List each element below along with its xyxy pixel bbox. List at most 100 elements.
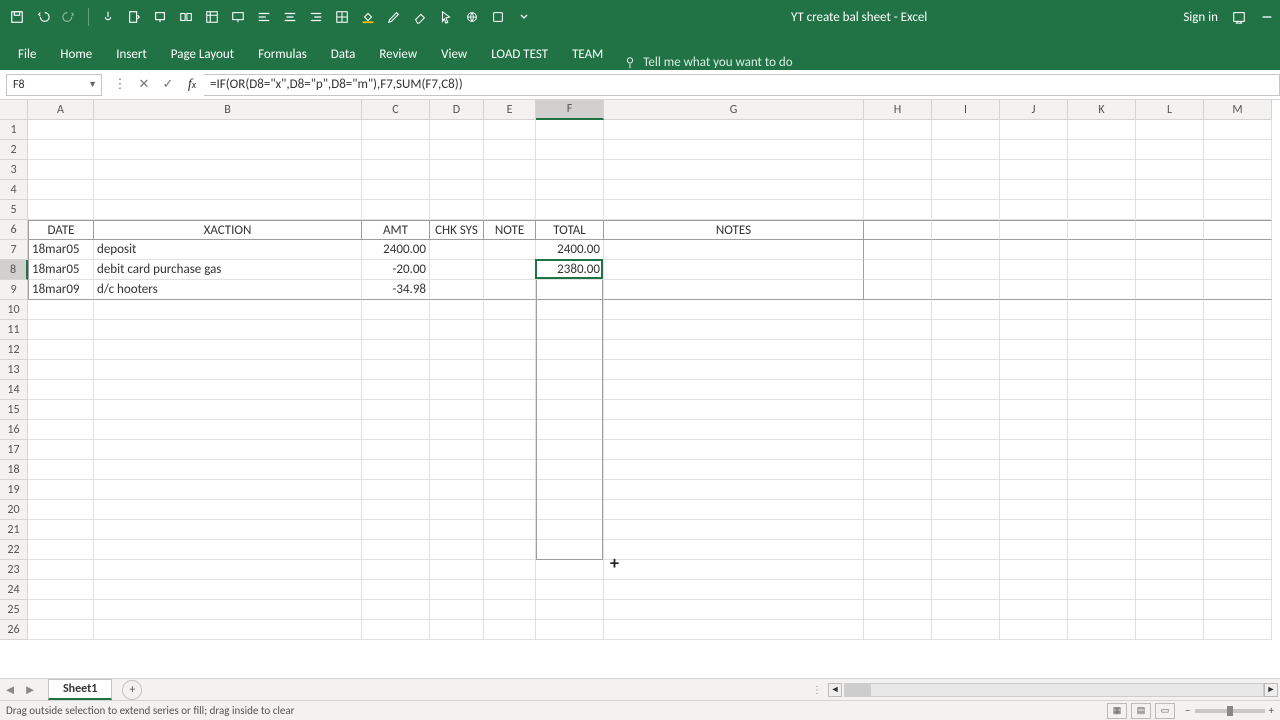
cell-F1[interactable] bbox=[536, 120, 604, 140]
sign-in-link[interactable]: Sign in bbox=[1183, 10, 1218, 25]
undo-icon[interactable] bbox=[32, 6, 54, 28]
cell-I21[interactable] bbox=[932, 520, 1000, 540]
cell-C26[interactable] bbox=[362, 620, 430, 640]
cell-G23[interactable] bbox=[604, 560, 864, 580]
cell-M13[interactable] bbox=[1204, 360, 1272, 380]
chevron-down-icon[interactable]: ▼ bbox=[88, 79, 97, 90]
cell-G17[interactable] bbox=[604, 440, 864, 460]
cell-A20[interactable] bbox=[28, 500, 94, 520]
save-icon[interactable] bbox=[6, 6, 28, 28]
cell-M23[interactable] bbox=[1204, 560, 1272, 580]
cell-L20[interactable] bbox=[1136, 500, 1204, 520]
cell-F2[interactable] bbox=[536, 140, 604, 160]
cell-F14[interactable] bbox=[536, 380, 604, 400]
minimize-icon[interactable] bbox=[1260, 10, 1274, 24]
cell-E18[interactable] bbox=[484, 460, 536, 480]
tab-team[interactable]: TEAM bbox=[560, 41, 615, 70]
cell-D26[interactable] bbox=[430, 620, 484, 640]
cell-G18[interactable] bbox=[604, 460, 864, 480]
cell-L18[interactable] bbox=[1136, 460, 1204, 480]
cell-I9[interactable] bbox=[932, 280, 1000, 300]
cell-A4[interactable] bbox=[28, 180, 94, 200]
cell-J11[interactable] bbox=[1000, 320, 1068, 340]
cell-K7[interactable] bbox=[1068, 240, 1136, 260]
cell-L7[interactable] bbox=[1136, 240, 1204, 260]
row-header-26[interactable]: 26 bbox=[0, 620, 28, 640]
cell-D3[interactable] bbox=[430, 160, 484, 180]
cell-M18[interactable] bbox=[1204, 460, 1272, 480]
cell-G10[interactable] bbox=[604, 300, 864, 320]
cell-A17[interactable] bbox=[28, 440, 94, 460]
cell-J21[interactable] bbox=[1000, 520, 1068, 540]
cell-B17[interactable] bbox=[94, 440, 362, 460]
cell-B21[interactable] bbox=[94, 520, 362, 540]
row-header-14[interactable]: 14 bbox=[0, 380, 28, 400]
cell-D12[interactable] bbox=[430, 340, 484, 360]
cell-K26[interactable] bbox=[1068, 620, 1136, 640]
cell-H15[interactable] bbox=[864, 400, 932, 420]
cell-D9[interactable] bbox=[430, 280, 484, 300]
cell-D18[interactable] bbox=[430, 460, 484, 480]
row-header-17[interactable]: 17 bbox=[0, 440, 28, 460]
cell-F17[interactable] bbox=[536, 440, 604, 460]
cell-J9[interactable] bbox=[1000, 280, 1068, 300]
cell-C24[interactable] bbox=[362, 580, 430, 600]
cell-G12[interactable] bbox=[604, 340, 864, 360]
row-header-20[interactable]: 20 bbox=[0, 500, 28, 520]
column-header-C[interactable]: C bbox=[362, 100, 430, 120]
cell-A5[interactable] bbox=[28, 200, 94, 220]
cell-D6[interactable]: CHK SYS bbox=[430, 220, 484, 240]
cell-B8[interactable]: debit card purchase gas bbox=[94, 260, 362, 280]
cell-B25[interactable] bbox=[94, 600, 362, 620]
cell-H5[interactable] bbox=[864, 200, 932, 220]
cell-M15[interactable] bbox=[1204, 400, 1272, 420]
center-align-icon[interactable] bbox=[279, 6, 301, 28]
row-header-10[interactable]: 10 bbox=[0, 300, 28, 320]
cell-G13[interactable] bbox=[604, 360, 864, 380]
cell-J15[interactable] bbox=[1000, 400, 1068, 420]
cell-B10[interactable] bbox=[94, 300, 362, 320]
column-header-B[interactable]: B bbox=[94, 100, 362, 120]
cell-G15[interactable] bbox=[604, 400, 864, 420]
cell-H19[interactable] bbox=[864, 480, 932, 500]
cell-H17[interactable] bbox=[864, 440, 932, 460]
tab-load-test[interactable]: LOAD TEST bbox=[479, 41, 560, 70]
cell-M26[interactable] bbox=[1204, 620, 1272, 640]
cell-A19[interactable] bbox=[28, 480, 94, 500]
cell-I11[interactable] bbox=[932, 320, 1000, 340]
cell-M25[interactable] bbox=[1204, 600, 1272, 620]
cell-E14[interactable] bbox=[484, 380, 536, 400]
row-header-24[interactable]: 24 bbox=[0, 580, 28, 600]
zoom-in-icon[interactable]: + bbox=[1269, 704, 1274, 717]
cell-E12[interactable] bbox=[484, 340, 536, 360]
cell-B7[interactable]: deposit bbox=[94, 240, 362, 260]
cell-L9[interactable] bbox=[1136, 280, 1204, 300]
cell-D13[interactable] bbox=[430, 360, 484, 380]
cell-A8[interactable]: 18mar05 bbox=[28, 260, 94, 280]
cell-I2[interactable] bbox=[932, 140, 1000, 160]
cell-D17[interactable] bbox=[430, 440, 484, 460]
cell-J6[interactable] bbox=[1000, 220, 1068, 240]
cell-K22[interactable] bbox=[1068, 540, 1136, 560]
view-normal-icon[interactable]: ▦ bbox=[1107, 703, 1127, 719]
cell-K13[interactable] bbox=[1068, 360, 1136, 380]
cell-M9[interactable] bbox=[1204, 280, 1272, 300]
cell-E3[interactable] bbox=[484, 160, 536, 180]
cell-F4[interactable] bbox=[536, 180, 604, 200]
cell-D25[interactable] bbox=[430, 600, 484, 620]
cell-A7[interactable]: 18mar05 bbox=[28, 240, 94, 260]
cell-C3[interactable] bbox=[362, 160, 430, 180]
cell-A22[interactable] bbox=[28, 540, 94, 560]
cell-A2[interactable] bbox=[28, 140, 94, 160]
tab-home[interactable]: Home bbox=[48, 41, 104, 70]
cell-E5[interactable] bbox=[484, 200, 536, 220]
cell-C14[interactable] bbox=[362, 380, 430, 400]
insert-function-icon[interactable]: fx bbox=[180, 74, 204, 96]
cell-C25[interactable] bbox=[362, 600, 430, 620]
row-header-1[interactable]: 1 bbox=[0, 120, 28, 140]
touch-icon[interactable] bbox=[97, 6, 119, 28]
cell-H12[interactable] bbox=[864, 340, 932, 360]
row-header-23[interactable]: 23 bbox=[0, 560, 28, 580]
cell-L10[interactable] bbox=[1136, 300, 1204, 320]
cell-I6[interactable] bbox=[932, 220, 1000, 240]
